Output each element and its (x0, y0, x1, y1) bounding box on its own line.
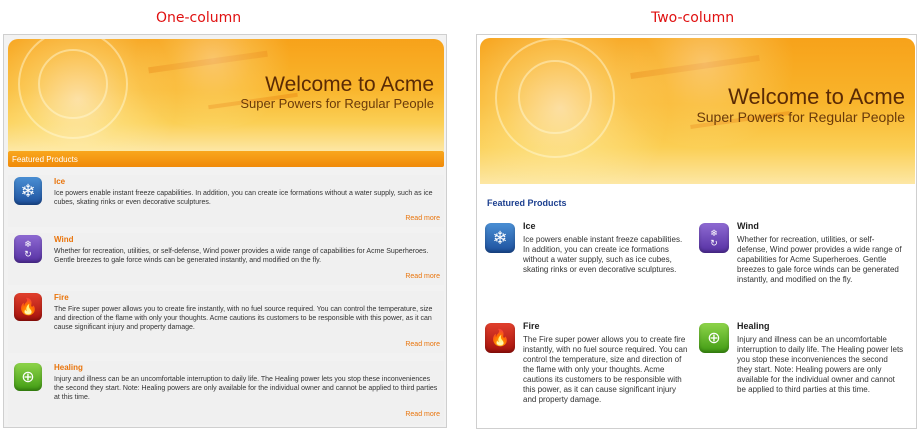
product-description: The Fire super power allows you to creat… (523, 335, 688, 404)
product-name[interactable]: Fire (523, 321, 540, 331)
two-column-panel: Welcome to Acme Super Powers for Regular… (476, 34, 917, 429)
healing-icon[interactable]: ⊕ (14, 363, 42, 391)
snowflake-icon[interactable]: ❄ (14, 177, 42, 205)
product-item-wind: ❄ ↻ Wind Whether for recreation, utilitie… (699, 221, 904, 321)
product-item-fire: 🔥 Fire The Fire super power allows you t… (485, 321, 690, 427)
one-column-caption: One-column (156, 10, 242, 26)
flame-icon[interactable]: 🔥 (485, 323, 515, 353)
product-description: Whether for recreation, utilities, or se… (737, 235, 902, 284)
wind-icon[interactable]: ❄ ↻ (699, 223, 729, 253)
product-description: Ice powers enable instant freeze capabil… (54, 190, 433, 206)
featured-products-header: Featured Products (8, 151, 444, 167)
banner-subtitle: Super Powers for Regular People (240, 96, 434, 111)
banner-title: Welcome to Acme (265, 73, 434, 96)
snowflake-icon[interactable]: ❄ (485, 223, 515, 253)
banner-title: Welcome to Acme (728, 84, 905, 109)
read-more-link[interactable]: Read more (405, 411, 440, 418)
two-column-caption: Two-column (651, 10, 735, 26)
read-more-link[interactable]: Read more (405, 341, 440, 348)
product-name[interactable]: Wind (737, 221, 759, 231)
product-item-fire: 🔥 Fire The Fire super power allows you t… (8, 291, 444, 353)
header-banner: Welcome to Acme Super Powers for Regular… (480, 38, 915, 184)
product-name[interactable]: Healing (54, 363, 83, 372)
read-more-link[interactable]: Read more (405, 273, 440, 280)
product-name[interactable]: Ice (54, 177, 65, 186)
product-item-ice: ❄ Ice Ice powers enable instant freeze c… (8, 175, 444, 227)
product-description: Ice powers enable instant freeze capabil… (523, 235, 683, 274)
product-description: Whether for recreation, utilities, or se… (54, 248, 429, 264)
product-name[interactable]: Wind (54, 235, 73, 244)
product-description: The Fire super power allows you to creat… (54, 306, 433, 331)
featured-products-heading: Featured Products (487, 198, 567, 208)
wind-icon[interactable]: ❄ ↻ (14, 235, 42, 263)
read-more-link[interactable]: Read more (405, 215, 440, 222)
healing-icon[interactable]: ⊕ (699, 323, 729, 353)
product-item-healing: ⊕ Healing Injury and illness can be an u… (699, 321, 904, 421)
product-description: Injury and illness can be an uncomfortab… (737, 335, 904, 394)
product-item-ice: ❄ Ice Ice powers enable instant freeze c… (485, 221, 690, 321)
banner-subtitle: Super Powers for Regular People (696, 109, 905, 125)
product-name[interactable]: Ice (523, 221, 536, 231)
flame-icon[interactable]: 🔥 (14, 293, 42, 321)
one-column-panel: Welcome to Acme Super Powers for Regular… (3, 34, 447, 428)
product-description: Injury and illness can be an uncomfortab… (54, 376, 438, 401)
product-item-healing: ⊕ Healing Injury and illness can be an u… (8, 361, 444, 425)
product-name[interactable]: Fire (54, 293, 69, 302)
header-banner: Welcome to Acme Super Powers for Regular… (8, 39, 444, 151)
product-name[interactable]: Healing (737, 321, 770, 331)
product-item-wind: ❄ ↻ Wind Whether for recreation, utilitie… (8, 233, 444, 285)
